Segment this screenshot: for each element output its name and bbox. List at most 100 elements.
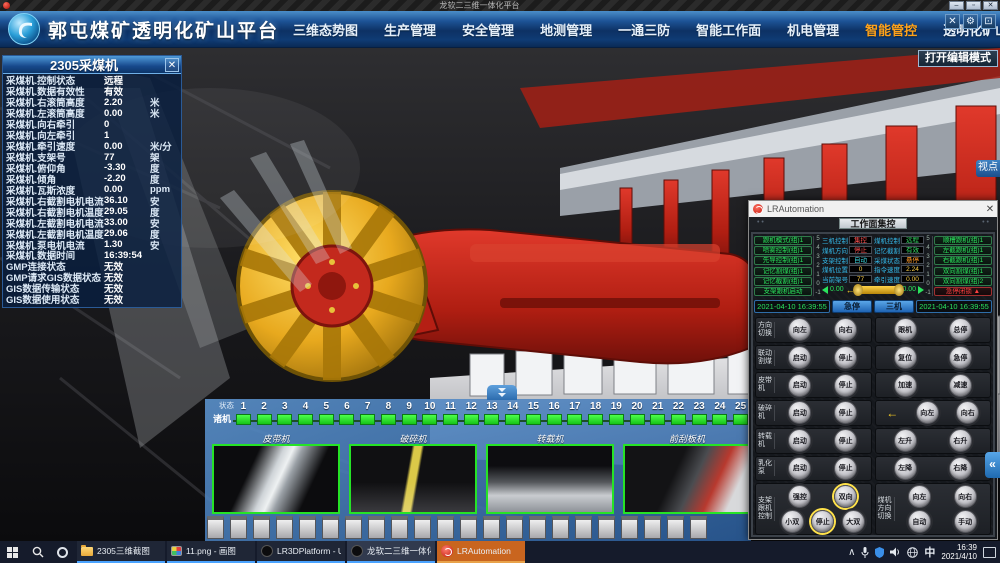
round-button-向左[interactable]: 向左 [908, 485, 931, 508]
round-button-停止[interactable]: 停止 [811, 510, 834, 533]
automation-mode-button-right-6[interactable]: 急停闭锁 ▲ [934, 287, 992, 296]
automation-mode-button-right-5[interactable]: 双向割煤(组)2 [934, 277, 992, 286]
screen-mode-icon[interactable]: ⊡ [981, 14, 996, 29]
tray-expand-chevron-icon[interactable]: ∧ [848, 547, 855, 558]
round-button-启动[interactable]: 启动 [788, 346, 811, 369]
network-globe-icon[interactable] [907, 547, 918, 558]
machine-data-row: GMP请求GIS数据状态无效 [6, 272, 178, 283]
minimize-button[interactable]: – [949, 1, 964, 10]
round-button-启动[interactable]: 启动 [788, 429, 811, 452]
round-button-左升[interactable]: 左升 [894, 429, 917, 452]
round-button-停止[interactable]: 停止 [834, 374, 857, 397]
taskbar-clock[interactable]: 16:39 2021/4/10 [941, 543, 977, 561]
panel-collapse-chevron-icon[interactable]: « [985, 452, 1000, 478]
status-row-left: 煤机方向停止 [822, 246, 872, 254]
open-edit-mode-button[interactable]: 打开编辑模式 [918, 50, 998, 67]
start-button[interactable] [0, 541, 25, 563]
round-button-启动[interactable]: 启动 [788, 457, 811, 480]
search-button[interactable] [25, 541, 50, 563]
security-shield-icon[interactable] [875, 547, 884, 558]
volume-icon[interactable] [890, 547, 901, 557]
camera-thumbnail-2[interactable] [349, 444, 477, 514]
round-button-左降[interactable]: 左降 [894, 457, 917, 480]
automation-mode-button-left-2[interactable]: 喷雾控制(组)1 [754, 246, 812, 255]
nav-item-4[interactable]: 地测管理 [540, 20, 592, 39]
round-button-双向[interactable]: 双向 [834, 485, 857, 508]
machine-row-unit: 度 [150, 173, 178, 184]
taskbar-app-2[interactable]: 11.png - 画图 [167, 541, 255, 563]
three-machine-button[interactable]: 三机 [874, 300, 914, 313]
gear-icon[interactable]: ⚙ [963, 14, 978, 29]
round-button-停止[interactable]: 停止 [834, 429, 857, 452]
lrautomation-close-icon[interactable]: ✕ [983, 204, 997, 215]
support-plate-icon [598, 516, 615, 539]
round-button-停止[interactable]: 停止 [834, 346, 857, 369]
round-button-右升[interactable]: 右升 [949, 429, 972, 452]
camera-thumbnail-1[interactable] [212, 444, 340, 514]
nav-item-2[interactable]: 生产管理 [384, 20, 436, 39]
round-button-强控[interactable]: 强控 [788, 485, 811, 508]
automation-mode-button-left-1[interactable]: 跟机模式(组)1 [754, 236, 812, 245]
lrautomation-titlebar[interactable]: LRAutomation ✕ [749, 201, 997, 217]
nav-item-8[interactable]: 智能管控 [865, 20, 917, 39]
automation-mode-button-left-5[interactable]: 记忆截割(组)1 [754, 277, 812, 286]
taskbar-app-1[interactable]: 2305三维截图 [77, 541, 165, 563]
automation-mode-button-left-6[interactable]: 支架跟机启动 [754, 287, 812, 296]
round-button-急停[interactable]: 急停 [949, 346, 972, 369]
strip-collapse-tab[interactable] [487, 385, 517, 400]
tab-workface-control[interactable]: 工作面集控 [839, 218, 906, 229]
round-button-启动[interactable]: 启动 [788, 401, 811, 424]
taskbar-app-3[interactable]: LR3DPlatform - U... [257, 541, 345, 563]
nav-item-3[interactable]: 安全管理 [462, 20, 514, 39]
control-row-buttons: 左升 右升 [878, 429, 989, 452]
round-button-加速[interactable]: 加速 [894, 374, 917, 397]
automation-mode-button-left-3[interactable]: 先导控制(组)1 [754, 256, 812, 265]
status-row-right: 指令速度2.24 [874, 265, 924, 273]
nav-item-6[interactable]: 智能工作面 [696, 20, 761, 39]
nav-item-1[interactable]: 三维态势图 [293, 20, 358, 39]
automation-mode-button-right-3[interactable]: 右截跟机(组)1 [934, 256, 992, 265]
machine-row-unit: 米 [150, 97, 178, 108]
round-button-跟机[interactable]: 跟机 [894, 318, 917, 341]
round-button-启动[interactable]: 启动 [788, 374, 811, 397]
round-button-小双[interactable]: 小双 [781, 510, 804, 533]
ime-indicator[interactable]: 中 [924, 544, 935, 560]
automation-mode-button-right-2[interactable]: 左截跟机(组)1 [934, 246, 992, 255]
round-button-右降[interactable]: 右降 [949, 457, 972, 480]
taskbar-app-4[interactable]: 龙软二三维一体化... [347, 541, 435, 563]
support-status-cell [482, 414, 503, 425]
nav-item-5[interactable]: 一通三防 [618, 20, 670, 39]
round-button-手动[interactable]: 手动 [954, 510, 977, 533]
viewpoint-tab[interactable]: 视点 [976, 160, 1000, 177]
estop-button[interactable]: 急停 [832, 300, 872, 313]
wrench-tool-icon[interactable]: ✕ [945, 14, 960, 29]
round-button-停止[interactable]: 停止 [834, 401, 857, 424]
camera-cell: 破碎机 [349, 432, 477, 514]
round-button-大双[interactable]: 大双 [842, 510, 865, 533]
round-button-自动[interactable]: 自动 [908, 510, 931, 533]
round-button-总停[interactable]: 总停 [949, 318, 972, 341]
round-button-向右[interactable]: 向右 [956, 401, 979, 424]
machine-row-label: 采煤机.右滚筒高度 [6, 97, 104, 108]
round-button-减速[interactable]: 减速 [949, 374, 972, 397]
round-button-复位[interactable]: 复位 [894, 346, 917, 369]
automation-mode-button-left-4[interactable]: 记忆割煤(组)1 [754, 267, 812, 276]
automation-mode-button-right-4[interactable]: 双向割煤(组)1 [934, 267, 992, 276]
round-button-向右[interactable]: 向右 [834, 318, 857, 341]
maximize-button[interactable]: ▫ [966, 1, 981, 10]
automation-mode-button-right-1[interactable]: 顺槽跟机(组)1 [934, 236, 992, 245]
task-view-button[interactable] [50, 541, 75, 563]
camera-thumbnail-3[interactable] [486, 444, 614, 514]
microphone-icon[interactable] [861, 547, 869, 558]
notification-center-icon[interactable] [983, 547, 996, 558]
round-button-向左[interactable]: 向左 [916, 401, 939, 424]
round-button-向右[interactable]: 向右 [954, 485, 977, 508]
control-grid-right: 跟机总停复位急停加速减速←向左向右左升右升左降右降煤机方向切换向左向右自动手动 [875, 317, 992, 535]
close-button[interactable]: ✕ [983, 1, 998, 10]
round-button-停止[interactable]: 停止 [834, 457, 857, 480]
taskbar-app-5[interactable]: LRAutomation [437, 541, 525, 563]
camera-thumbnail-4[interactable] [623, 444, 751, 514]
nav-item-7[interactable]: 机电管理 [787, 20, 839, 39]
round-button-向左[interactable]: 向左 [788, 318, 811, 341]
machine-panel-close-icon[interactable]: ✕ [165, 58, 179, 72]
